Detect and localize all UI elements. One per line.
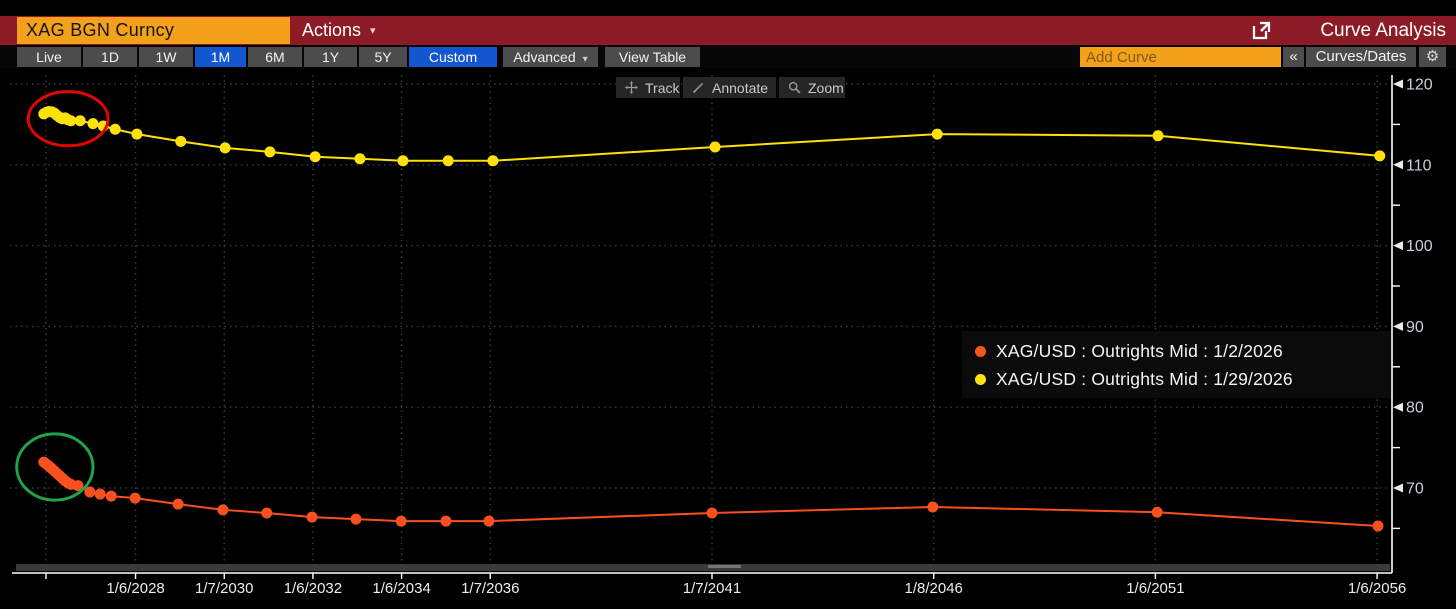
data-point[interactable]: [710, 142, 721, 153]
collapse-panel-button[interactable]: «: [1283, 47, 1304, 67]
tab-1w[interactable]: 1W: [139, 47, 193, 67]
toolbar-row: Live 1D 1W 1M 6M 1Y 5Y Custom Advanced▾ …: [0, 46, 1456, 68]
legend-item[interactable]: XAG/USD : Outrights Mid : 1/29/2026: [975, 365, 1391, 393]
data-point[interactable]: [95, 489, 106, 500]
track-button[interactable]: Track: [616, 77, 680, 98]
y-axis-label: 90: [1406, 319, 1424, 336]
x-axis-label: 1/7/2041: [683, 580, 741, 597]
data-point[interactable]: [487, 155, 498, 166]
legend: XAG/USD : Outrights Mid : 1/2/2026 XAG/U…: [962, 331, 1391, 398]
data-point[interactable]: [264, 146, 275, 157]
tab-1y[interactable]: 1Y: [304, 47, 357, 67]
y-axis-label: 100: [1406, 238, 1433, 255]
x-axis-label: 1/8/2046: [904, 580, 962, 597]
data-point[interactable]: [440, 516, 451, 527]
zoom-button[interactable]: Zoom: [779, 77, 845, 98]
bloomberg-curve-analysis-window: 1/6/2028 1/7/2030 1/6/2032 1/6/2034 1/7/2036…: [0, 0, 1456, 609]
annotate-button[interactable]: Annotate: [683, 77, 776, 98]
data-point[interactable]: [131, 129, 142, 140]
zoom-label: Zoom: [808, 80, 844, 96]
legend-dot: [975, 346, 986, 357]
curves-dates-button[interactable]: Curves/Dates: [1306, 47, 1416, 67]
tab-live[interactable]: Live: [17, 47, 81, 67]
data-point[interactable]: [350, 514, 361, 525]
ticker-input[interactable]: XAG BGN Curncy: [17, 17, 290, 44]
data-point[interactable]: [75, 115, 86, 126]
y-axis-label: 110: [1406, 157, 1432, 174]
caret-down-icon: ▾: [583, 54, 588, 65]
annotate-pencil-icon: [692, 81, 705, 94]
data-point[interactable]: [88, 118, 99, 129]
titlebar: XAG BGN Curncy Actions ▾ Curve Analysis: [0, 16, 1456, 45]
series-0: [38, 457, 1383, 532]
data-point[interactable]: [261, 508, 272, 519]
y-axis-label: 80: [1406, 400, 1424, 417]
x-axis-label: 1/6/2056: [1348, 580, 1406, 597]
data-point[interactable]: [310, 151, 321, 162]
tab-1d[interactable]: 1D: [83, 47, 137, 67]
advanced-label: Advanced: [513, 49, 575, 65]
data-point[interactable]: [110, 124, 121, 135]
data-point[interactable]: [130, 493, 141, 504]
export-icon[interactable]: [1252, 21, 1271, 40]
data-point[interactable]: [1153, 130, 1164, 141]
data-point[interactable]: [307, 512, 318, 523]
data-point[interactable]: [173, 499, 184, 510]
y-axis-label: 70: [1406, 481, 1424, 498]
data-point[interactable]: [932, 129, 943, 140]
zoom-magnifier-icon: [788, 81, 801, 94]
data-point[interactable]: [175, 136, 186, 147]
x-axis-label: 1/6/2034: [372, 580, 430, 597]
data-point[interactable]: [706, 508, 717, 519]
data-point[interactable]: [220, 142, 231, 153]
x-axis-label: 1/7/2030: [195, 580, 253, 597]
h-scrollbar-thumb[interactable]: [708, 565, 741, 568]
data-point[interactable]: [1152, 507, 1163, 518]
x-axis-label: 1/7/2036: [461, 580, 519, 597]
app-title: Curve Analysis: [1320, 16, 1446, 45]
annotate-label: Annotate: [712, 80, 768, 96]
tab-1m[interactable]: 1M: [195, 47, 246, 67]
tab-custom[interactable]: Custom: [409, 47, 497, 67]
actions-label: Actions: [302, 16, 361, 45]
data-point[interactable]: [217, 504, 228, 515]
data-point[interactable]: [396, 516, 407, 527]
settings-gear-icon[interactable]: ⚙: [1419, 47, 1446, 67]
track-crosshair-icon: [625, 81, 638, 94]
track-label: Track: [645, 80, 679, 96]
legend-label: XAG/USD : Outrights Mid : 1/2/2026: [996, 341, 1283, 362]
h-scrollbar-track[interactable]: [16, 564, 1390, 571]
gridlines: [10, 75, 1390, 573]
data-point[interactable]: [397, 155, 408, 166]
data-point[interactable]: [443, 155, 454, 166]
view-table-button[interactable]: View Table: [605, 47, 700, 67]
x-axis-label: 1/6/2028: [106, 580, 164, 597]
tab-6m[interactable]: 6M: [248, 47, 302, 67]
y-axis-label: 120: [1406, 77, 1433, 94]
caret-down-icon: ▾: [370, 15, 376, 46]
data-point[interactable]: [483, 516, 494, 527]
legend-item[interactable]: XAG/USD : Outrights Mid : 1/2/2026: [975, 337, 1391, 365]
data-point[interactable]: [927, 501, 938, 512]
legend-label: XAG/USD : Outrights Mid : 1/29/2026: [996, 369, 1293, 390]
data-point[interactable]: [106, 491, 117, 502]
add-curve-input[interactable]: [1080, 47, 1281, 67]
legend-dot: [975, 374, 986, 385]
data-point[interactable]: [1374, 150, 1385, 161]
data-point[interactable]: [1372, 520, 1383, 531]
data-point[interactable]: [354, 153, 365, 164]
tab-5y[interactable]: 5Y: [359, 47, 407, 67]
x-axis-label: 1/6/2032: [284, 580, 342, 597]
advanced-dropdown[interactable]: Advanced ▾: [503, 47, 598, 67]
x-axis-label: 1/6/2051: [1126, 580, 1184, 597]
actions-menu-button[interactable]: Actions ▾: [302, 16, 388, 45]
